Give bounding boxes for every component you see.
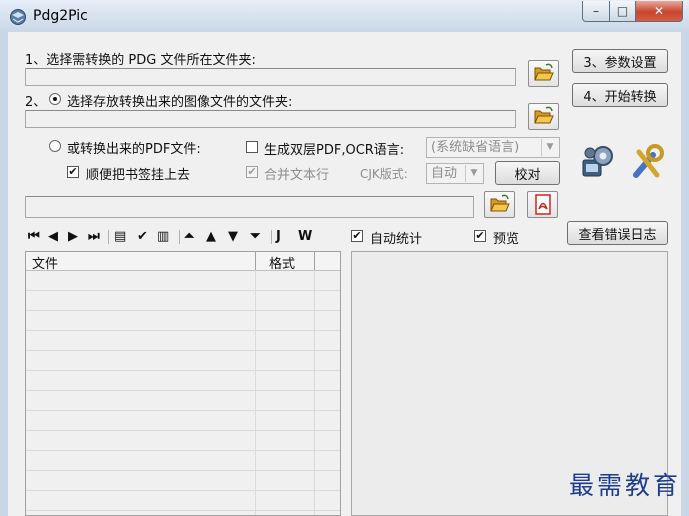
params-settings-button[interactable]: 3、参数设置 [572,49,668,73]
title-bar[interactable]: Pdg2Pic – □ ✕ [0,0,689,32]
image-folder-radio[interactable] [49,93,61,105]
bookmarks-label: 顺便把书签挂上去 [86,168,191,183]
pdf-path-input[interactable] [25,196,474,218]
table-row [26,390,340,391]
app-globe-icon [10,9,26,25]
chevron-down-icon: ▼ [465,165,482,182]
application-window: Pdg2Pic – □ ✕ 1、选择需转换的 PDG 文件所在文件夹: 3、参数… [0,0,689,516]
maximize-button[interactable]: □ [610,1,636,22]
cjk-layout-value: 自动 [431,166,458,181]
merge-lines-label: 合并文本行 [264,168,330,183]
column-header-file[interactable]: 文件 [32,253,58,272]
chevron-down-icon: ▼ [541,139,558,156]
table-row [26,310,340,311]
browse-pdg-folder-button[interactable] [528,60,559,87]
column-gridline [255,270,256,515]
column-divider[interactable] [255,252,256,270]
pdf-output-radio[interactable] [49,140,61,152]
merge-lines-checkbox[interactable]: ✔ [246,166,258,178]
table-row [26,450,340,451]
window-controls: – □ ✕ [582,1,683,23]
toolbar-export-icon[interactable]: ▥ [157,229,169,244]
table-row [26,330,340,331]
toolbar-next-icon[interactable]: ▶ [68,229,78,244]
minimize-button[interactable]: – [582,1,610,22]
toolbar-edit-icon[interactable]: ▤ [114,229,126,244]
open-folder-icon [534,106,554,124]
toolbar-check-icon[interactable]: ✔ [137,229,148,244]
toolbar-prev-icon[interactable]: ◀ [48,229,58,244]
toolbar-separator [108,230,109,244]
column-gridline [314,270,315,515]
browse-image-folder-button[interactable] [528,103,559,130]
table-row [26,470,340,471]
error-log-button[interactable]: 查看错误日志 [567,221,668,245]
proofread-button[interactable]: 校对 [495,161,560,185]
toolbar-separator [179,230,180,244]
ocr-language-value: (系统缺省语言) [431,140,520,155]
bookmarks-checkbox[interactable]: ✔ [67,166,79,178]
open-folder-icon [534,63,554,81]
tools-wrench-icon[interactable] [627,142,669,184]
step2-prefix: 2、 [25,95,47,110]
watermark-text: 最需教育 [568,471,681,500]
start-convert-button[interactable]: 4、开始转换 [572,83,668,107]
toolbar-down-icon[interactable]: ▼ [228,229,238,244]
cjk-layout-label: CJK版式: [360,167,408,181]
window-title: Pdg2Pic [33,8,88,24]
toolbar-top-icon[interactable]: ⏶ [184,229,194,244]
toolbar-separator [271,230,272,244]
table-row [26,410,340,411]
column-header-format[interactable]: 格式 [269,253,295,272]
toolbar-up-icon[interactable]: ▲ [206,229,216,244]
toolbar-last-icon[interactable]: ⏭ [88,229,100,244]
double-layer-label: 生成双层PDF,OCR语言: [264,143,405,158]
toolbar-j-icon[interactable]: J [276,229,281,244]
cjk-layout-select[interactable]: 自动 ▼ [426,163,484,184]
main-panel: 1、选择需转换的 PDG 文件所在文件夹: 3、参数设置 4、开始转换 2、 选… [8,32,681,516]
step1-label: 1、选择需转换的 PDG 文件所在文件夹: [25,53,256,68]
file-list-header: 文件 格式 [26,252,340,272]
table-row [26,290,340,291]
ocr-language-select[interactable]: (系统缺省语言) ▼ [426,137,560,158]
table-row [26,350,340,351]
auto-stats-label: 自动统计 [370,232,423,247]
open-pdf-button[interactable] [527,191,558,218]
browse-pdf-button[interactable] [484,191,515,218]
image-folder-input[interactable] [25,110,516,128]
column-divider[interactable] [314,252,315,270]
toolbar-first-icon[interactable]: ⏮ [28,229,40,244]
pdf-document-icon [535,194,551,215]
settings-gears-icon[interactable] [577,142,619,184]
file-list[interactable]: 文件 格式 [25,251,341,516]
preview-checkbox[interactable]: ✔ [474,230,486,242]
pdg-folder-input[interactable] [25,68,516,86]
step2-label: 选择存放转换出来的图像文件的文件夹: [67,95,293,110]
table-row [26,370,340,371]
preview-label: 预览 [493,232,520,247]
toolbar-bottom-icon[interactable]: ⏷ [250,229,260,244]
table-row [26,510,340,511]
auto-stats-checkbox[interactable]: ✔ [351,230,363,242]
pdf-output-label: 或转换出来的PDF文件: [67,142,201,157]
double-layer-checkbox[interactable] [246,141,258,153]
table-row [26,430,340,431]
toolbar-w-icon[interactable]: W [298,229,312,244]
open-folder-icon [490,194,510,212]
close-button[interactable]: ✕ [636,1,683,22]
table-row [26,490,340,491]
